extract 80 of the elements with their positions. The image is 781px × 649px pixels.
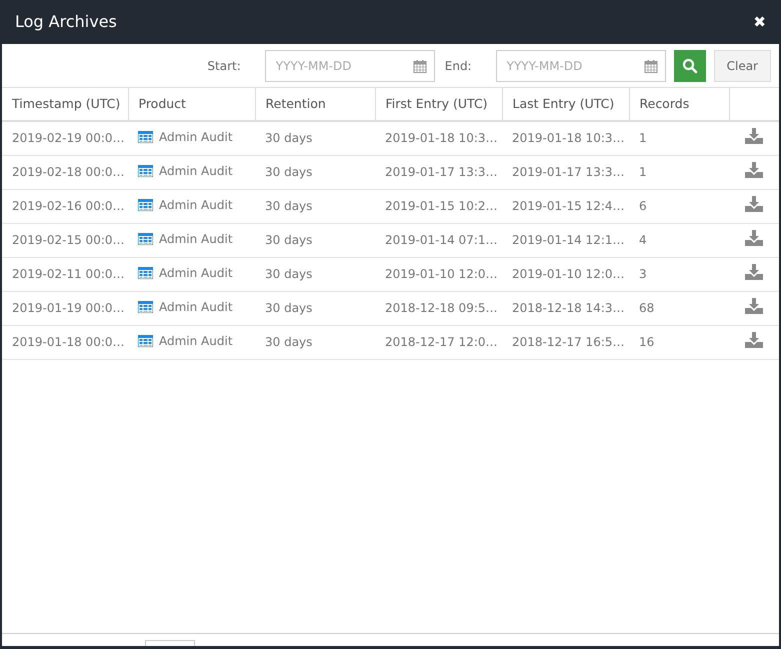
table-cell: 2018-12-17 12:0… [375,325,502,359]
column-header[interactable]: Records [629,88,729,121]
product-name: Admin Audit [159,197,233,214]
table-cell: 2019-01-17 13:3… [502,155,629,189]
download-button[interactable] [745,162,763,178]
table-cell: 4 [629,223,729,257]
column-header[interactable]: Timestamp (UTC) [2,88,128,121]
product-name: Admin Audit [159,129,233,146]
table-cell: 2019-01-17 13:3… [375,155,502,189]
table-cell: 30 days [255,257,375,291]
table-cell: 30 days [255,223,375,257]
download-button[interactable] [745,128,763,144]
download-icon [745,196,763,212]
table-cell: 1 [629,121,729,155]
table-icon [138,199,153,211]
table-cell: 2019-01-14 07:1… [375,223,502,257]
table-cell: 30 days [255,121,375,155]
product-name: Admin Audit [159,333,233,350]
table-icon [138,131,153,144]
table-cell: 16 [629,325,729,359]
close-button[interactable]: ✖ [753,10,766,34]
download-button[interactable] [745,298,763,314]
calendar-icon[interactable] [644,58,658,72]
table-cell: 2019-02-11 00:0… [2,257,128,291]
table-cell: 30 days [255,189,375,223]
table-cell: 2019-02-18 00:0… [2,155,128,189]
table-cell: 30 days [255,155,375,189]
table-cell: 2019-01-18 10:3… [502,121,629,155]
table-icon [138,335,153,347]
table-cell: 2019-01-14 12:1… [502,223,629,257]
product-name: Admin Audit [159,299,233,316]
table-cell: 6 [629,189,729,223]
table-cell: 30 days [255,325,375,359]
table-cell: 2019-02-16 00:0… [2,189,128,223]
date-field[interactable]: YYYY-MM-DD [264,50,435,82]
table-cell: 2019-01-10 12:0… [502,257,629,291]
table-icon [138,267,153,279]
download-icon [745,264,763,280]
download-icon [745,162,763,178]
table-cell: 2018-12-17 16:5… [502,325,629,359]
window-title: Log Archives [15,11,117,33]
table-cell: 2018-12-18 09:5… [375,291,502,325]
product-name: Admin Audit [159,163,233,180]
table-cell: 68 [629,291,729,325]
table-cell: 2019-01-18 00:0… [2,325,128,359]
date-field[interactable]: YYYY-MM-DD [496,50,666,82]
download-icon [745,230,763,246]
table-cell: 30 days [255,291,375,325]
table-cell: 2019-01-18 10:3… [375,121,502,155]
download-icon [745,332,763,348]
table-cell: 2019-02-19 00:0… [2,121,128,155]
calendar-icon[interactable] [412,58,427,72]
clear-button[interactable]: Clear [714,50,771,82]
product-name: Admin Audit [159,265,233,282]
search-icon [682,58,698,74]
field-label: End: [444,58,472,74]
table-icon [138,165,153,177]
field-label: Start: [207,58,241,74]
table-cell: 3 [629,257,729,291]
column-header[interactable]: Last Entry (UTC) [502,88,629,121]
table-cell: 1 [629,155,729,189]
download-button[interactable] [745,332,763,348]
download-icon [745,298,763,314]
download-button[interactable] [745,230,763,246]
column-header[interactable]: First Entry (UTC) [375,88,502,121]
table-icon [138,233,153,245]
table-cell: 2019-01-15 12:4… [502,189,629,223]
download-button[interactable] [745,196,763,212]
column-header[interactable]: Product [128,88,255,121]
product-name: Admin Audit [159,231,233,248]
table-cell: 2018-12-18 14:3… [502,291,629,325]
search-button[interactable] [674,50,706,82]
column-header[interactable]: Retention [255,88,375,121]
download-button[interactable] [745,264,763,280]
table-cell: 2019-01-15 10:2… [375,189,502,223]
table-cell: 2019-02-15 00:0… [2,223,128,257]
table-cell: 2019-01-10 12:0… [375,257,502,291]
table-cell: 2019-01-19 00:0… [2,291,128,325]
download-icon [745,128,763,144]
table-icon [138,301,153,313]
